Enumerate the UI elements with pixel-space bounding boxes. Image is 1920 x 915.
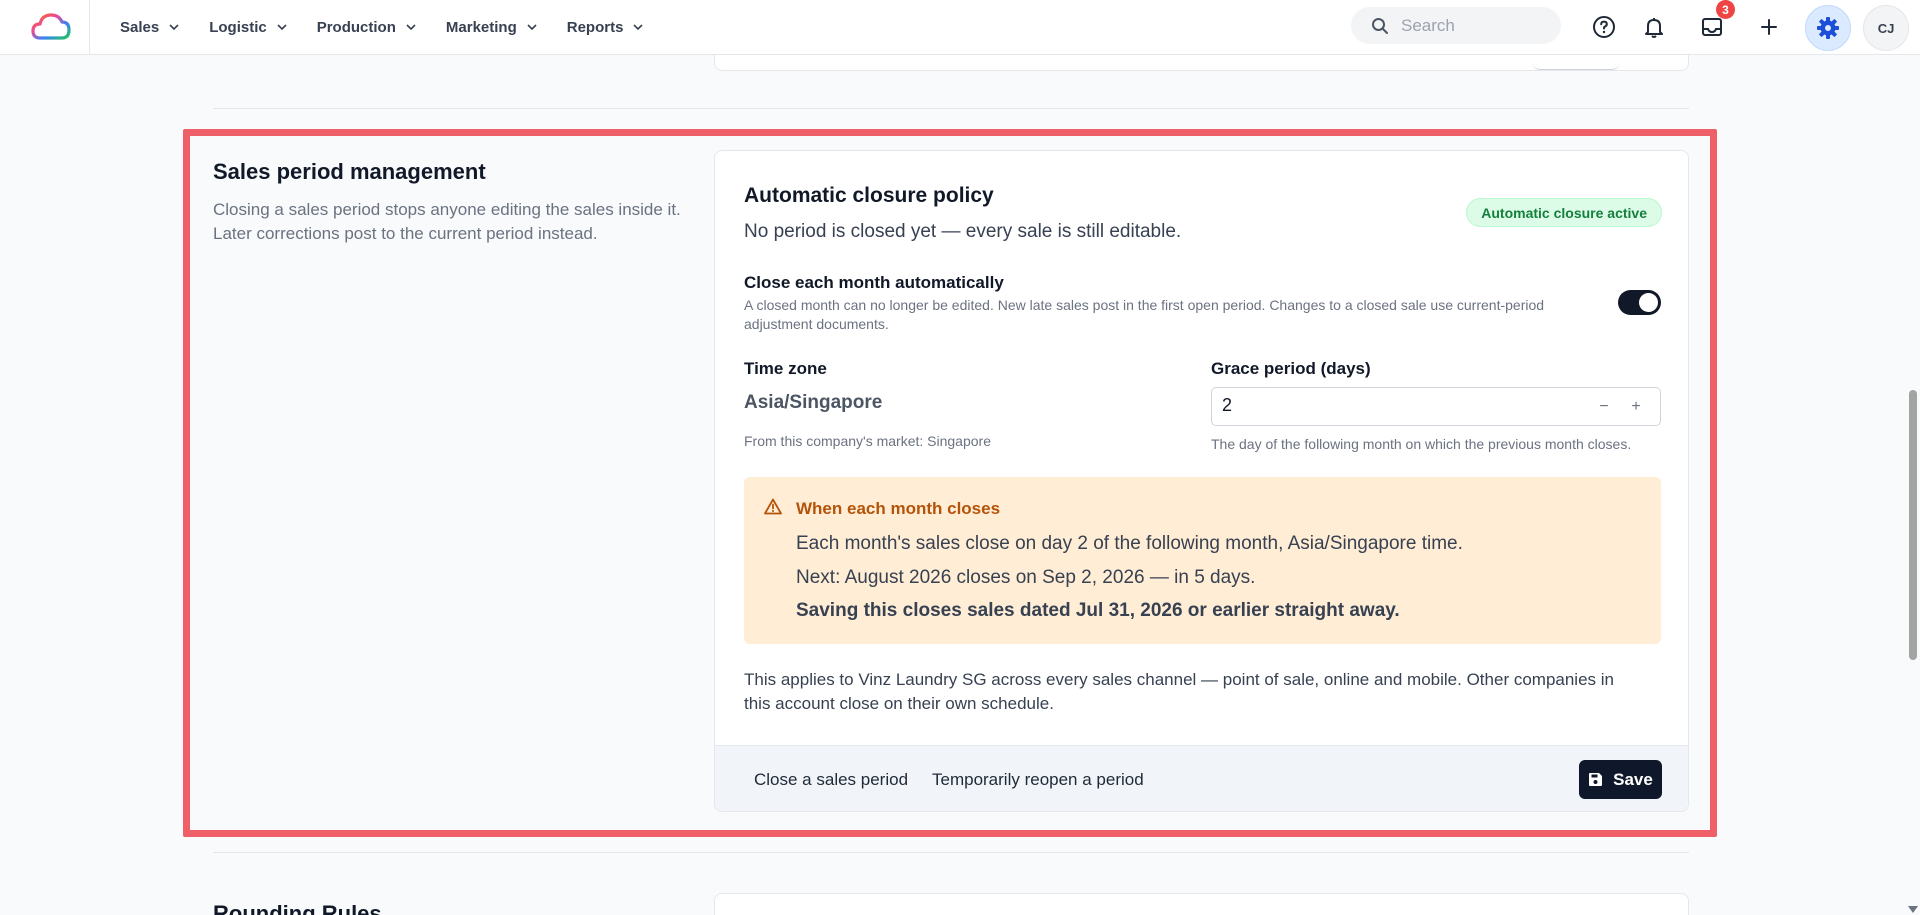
close-period-link[interactable]: Close a sales period [754,770,908,790]
scope-description: This applies to Vinz Laundry SG across e… [744,670,1614,713]
auto-close-toggle[interactable] [1618,290,1661,315]
closure-status-text: No period is closed yet — every sale is … [744,221,1182,242]
callout-title: When each month closes [796,499,1001,518]
nav-logistic-label: Logistic [209,19,267,36]
section-description: Closing a sales period stops anyone edit… [213,200,681,243]
chevron-down-icon [406,24,416,31]
nav-production[interactable]: Production [317,19,416,36]
scroll-down-arrow-icon[interactable] [1908,906,1918,913]
timezone-helper: From this company's market: Singapore [744,433,991,449]
help-button[interactable] [1585,8,1623,46]
grace-period-helper: The day of the following month on which … [1211,436,1632,452]
search-box[interactable] [1351,7,1561,44]
closure-policy-card: Automatic closure policy No period is cl… [714,150,1689,812]
auto-close-description: A closed month can no longer be edited. … [744,297,1545,332]
status-badge: Automatic closure active [1466,198,1662,227]
notifications-button[interactable] [1635,8,1673,46]
timezone-label: Time zone [744,359,827,378]
card-footer: Close a sales period Temporarily reopen … [715,745,1688,811]
increment-button[interactable]: + [1626,397,1646,417]
section-title: Sales period management [213,159,486,184]
chevron-down-icon [633,24,644,31]
main-menu: Sales Logistic Production Marketing Repo… [105,0,658,55]
chevron-down-icon [527,24,537,31]
toggle-knob [1639,293,1658,312]
grace-period-input[interactable] [1222,395,1522,416]
chevron-down-icon [169,24,179,31]
nav-sales[interactable]: Sales [120,19,179,36]
cloud-logo-icon[interactable] [30,8,72,48]
timezone-value: Asia/Singapore [744,392,883,413]
warning-triangle-icon [764,498,782,515]
bell-icon [1645,18,1663,38]
top-navbar: Sales Logistic Production Marketing Repo… [0,0,1920,55]
search-icon [1372,17,1388,34]
nav-reports[interactable]: Reports [567,19,644,36]
nav-marketing-label: Marketing [445,19,517,36]
inbox-button[interactable]: 3 [1693,0,1735,46]
nav-reports-label: Reports [566,19,624,36]
settings-button[interactable] [1805,5,1851,51]
nav-sales-label: Sales [120,19,160,36]
nav-logistic[interactable]: Logistic [209,19,287,36]
section-divider [213,852,1689,853]
save-button-label: Save [1613,769,1653,789]
auto-close-label: Close each month automatically [744,273,1004,292]
chevron-down-icon [277,24,287,31]
inbox-badge: 3 [1716,0,1735,19]
avatar-initials: CJ [1877,20,1895,36]
nav-marketing[interactable]: Marketing [446,19,537,36]
card-title: Automatic closure policy [744,184,994,207]
grace-period-label: Grace period (days) [1211,359,1371,378]
nav-production-label: Production [316,19,396,36]
user-avatar[interactable]: CJ [1863,5,1909,51]
next-section-card [714,893,1689,915]
gear-icon [1817,17,1839,39]
page-scrollbar[interactable] [1906,55,1920,915]
callout-line: Each month's sales close on day 2 of the… [796,533,1463,554]
add-button[interactable] [1750,8,1788,46]
closure-schedule-callout: When each month closes Each month's sale… [744,477,1661,644]
save-disk-icon [1589,773,1603,786]
inbox-icon [1702,18,1722,36]
search-input[interactable] [1401,15,1551,36]
help-circle-icon [1593,16,1615,38]
next-section-title: Rounding Rules [213,901,382,915]
callout-line: Next: August 2026 closes on Sep 2, 2026 … [796,567,1256,588]
save-button[interactable]: Save [1579,760,1662,799]
decrement-button[interactable]: − [1594,397,1614,417]
plus-icon [1761,19,1777,35]
scrollbar-thumb[interactable] [1909,390,1917,660]
callout-warning-line: Saving this closes sales dated Jul 31, 2… [796,600,1400,621]
section-divider [213,108,1689,109]
grace-period-stepper: − + [1211,387,1661,426]
logo-divider [89,0,90,55]
reopen-period-link[interactable]: Temporarily reopen a period [932,770,1144,790]
